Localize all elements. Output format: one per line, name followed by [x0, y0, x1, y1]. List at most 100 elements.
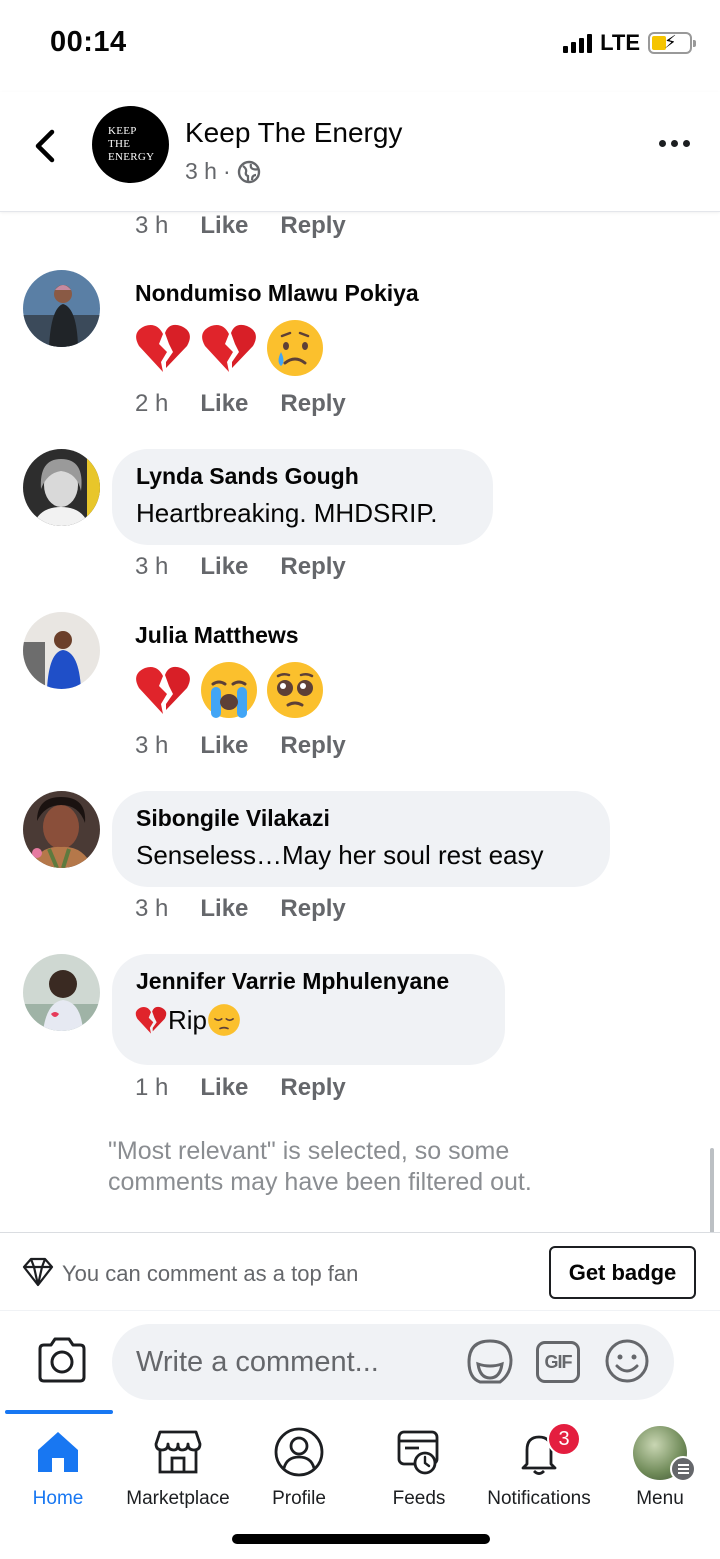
- reply-button[interactable]: Reply: [280, 732, 345, 760]
- comment-actions: 2 h Like Reply: [135, 390, 346, 418]
- like-button[interactable]: Like: [200, 732, 248, 760]
- tab-profile[interactable]: Profile: [239, 1426, 359, 1516]
- comment-time: 2 h: [135, 390, 169, 417]
- globe-icon: [237, 160, 260, 183]
- pleading-face-icon: [267, 662, 323, 718]
- tab-label: Notifications: [487, 1488, 591, 1509]
- tab-marketplace[interactable]: Marketplace: [118, 1426, 238, 1516]
- more-options-icon[interactable]: [659, 140, 690, 147]
- post-time: 3 h: [185, 158, 217, 184]
- network-label: LTE: [600, 30, 640, 55]
- broken-heart-icon: [202, 324, 256, 372]
- reply-button[interactable]: Reply: [280, 553, 345, 581]
- avatar[interactable]: [23, 954, 100, 1031]
- home-indicator[interactable]: [232, 1534, 490, 1544]
- comment-composer: GIF: [0, 1310, 720, 1410]
- loudly-crying-face-icon: [201, 662, 257, 718]
- top-fan-banner: You can comment as a top fan Get badge: [0, 1232, 720, 1310]
- tab-label: Marketplace: [126, 1488, 230, 1509]
- hamburger-icon: [670, 1456, 696, 1482]
- comment-bubble[interactable]: Jennifer Varrie Mphulenyane Rip: [112, 954, 505, 1065]
- reply-button[interactable]: Reply: [280, 390, 345, 418]
- comment-box[interactable]: GIF: [112, 1324, 674, 1400]
- top-fan-text: You can comment as a top fan: [62, 1261, 359, 1286]
- home-icon: [38, 1432, 78, 1472]
- camera-icon[interactable]: [36, 1337, 88, 1383]
- pensive-face-icon: [208, 1004, 240, 1036]
- avatar[interactable]: [23, 612, 100, 689]
- reply-button[interactable]: Reply: [280, 212, 345, 240]
- back-icon[interactable]: [28, 126, 64, 166]
- comment-time: 1 h: [135, 1074, 169, 1101]
- comment-author[interactable]: Jennifer Varrie Mphulenyane: [112, 954, 505, 995]
- reply-button[interactable]: Reply: [280, 1074, 345, 1102]
- tab-label: Home: [32, 1488, 84, 1509]
- logo-text: Keep: [108, 125, 137, 137]
- comment-time: 3 h: [135, 895, 169, 922]
- feeds-icon: [397, 1430, 439, 1475]
- post-meta: 3 h ·: [185, 158, 261, 185]
- comment-actions: 3 h Like Reply: [135, 553, 346, 581]
- logo-text: Energy: [108, 151, 155, 163]
- comment-actions: 3 h Like Reply: [135, 732, 346, 760]
- broken-heart-icon: [136, 324, 190, 372]
- filter-notice: "Most relevant" is selected, so some com…: [108, 1137, 532, 1196]
- marketplace-icon: [154, 1430, 202, 1474]
- tab-home[interactable]: Home: [0, 1426, 118, 1516]
- emoji-icon[interactable]: [604, 1338, 650, 1384]
- gif-icon[interactable]: GIF: [536, 1341, 580, 1383]
- signal-icon: [563, 33, 593, 53]
- tab-feeds[interactable]: Feeds: [359, 1426, 479, 1516]
- tab-label: Menu: [636, 1488, 684, 1509]
- post-header: Keep The Energy Keep The Energy 3 h ·: [0, 92, 720, 212]
- comment-input[interactable]: [136, 1324, 466, 1400]
- profile-icon: [274, 1427, 324, 1477]
- comment-text-row: Rip: [112, 995, 505, 1053]
- page-avatar[interactable]: Keep The Energy: [92, 106, 169, 183]
- comments-list: 3 h Like Reply Nondumiso Mlawu Pokiya 2 …: [0, 212, 720, 1232]
- status-time: 00:14: [50, 26, 127, 58]
- comment-author[interactable]: Sibongile Vilakazi: [112, 791, 610, 832]
- broken-heart-icon: [135, 1006, 167, 1034]
- avatar[interactable]: [23, 270, 100, 347]
- comment-author[interactable]: Lynda Sands Gough: [112, 449, 493, 490]
- comment-bubble[interactable]: Lynda Sands Gough Heartbreaking. MHDSRIP…: [112, 449, 493, 545]
- comment-author[interactable]: Julia Matthews: [135, 622, 299, 649]
- battery-icon: ⚡: [648, 32, 696, 54]
- active-tab-indicator: [5, 1410, 113, 1414]
- like-button[interactable]: Like: [200, 212, 248, 240]
- sticker-icon[interactable]: [466, 1338, 514, 1386]
- scrollbar[interactable]: [710, 1148, 714, 1232]
- tab-menu[interactable]: Menu: [600, 1426, 720, 1516]
- tab-label: Profile: [272, 1488, 326, 1509]
- like-button[interactable]: Like: [200, 1074, 248, 1102]
- comment-author[interactable]: Nondumiso Mlawu Pokiya: [135, 280, 419, 307]
- sad-tear-face-icon: [267, 320, 323, 376]
- comment-actions: 3 h Like Reply: [135, 212, 346, 240]
- like-button[interactable]: Like: [200, 390, 248, 418]
- comment-text: Senseless…May her soul rest easy: [136, 840, 544, 870]
- comment-time: 3 h: [135, 212, 169, 239]
- comment-emojis: [133, 660, 325, 720]
- comment-bubble[interactable]: Sibongile Vilakazi Senseless…May her sou…: [112, 791, 610, 887]
- like-button[interactable]: Like: [200, 553, 248, 581]
- comment-text: Heartbreaking. MHDSRIP.: [136, 498, 438, 528]
- page-title[interactable]: Keep The Energy: [185, 117, 402, 149]
- comment-time: 3 h: [135, 553, 169, 580]
- avatar[interactable]: [23, 449, 100, 526]
- tab-notifications[interactable]: 3 Notifications: [479, 1422, 599, 1516]
- logo-text: The: [108, 138, 131, 150]
- notification-count-badge: 3: [547, 1422, 581, 1456]
- like-button[interactable]: Like: [200, 895, 248, 923]
- tab-label: Feeds: [392, 1488, 446, 1509]
- comment-time: 3 h: [135, 732, 169, 759]
- get-badge-button[interactable]: Get badge: [549, 1246, 696, 1299]
- diamond-icon: [22, 1257, 54, 1287]
- avatar[interactable]: [23, 791, 100, 868]
- status-bar: 00:14 LTE ⚡: [0, 0, 720, 92]
- comment-emojis: [133, 318, 325, 378]
- broken-heart-icon: [136, 666, 190, 714]
- reply-button[interactable]: Reply: [280, 895, 345, 923]
- comment-actions: 3 h Like Reply: [135, 895, 346, 923]
- meta-separator: ·: [222, 158, 231, 184]
